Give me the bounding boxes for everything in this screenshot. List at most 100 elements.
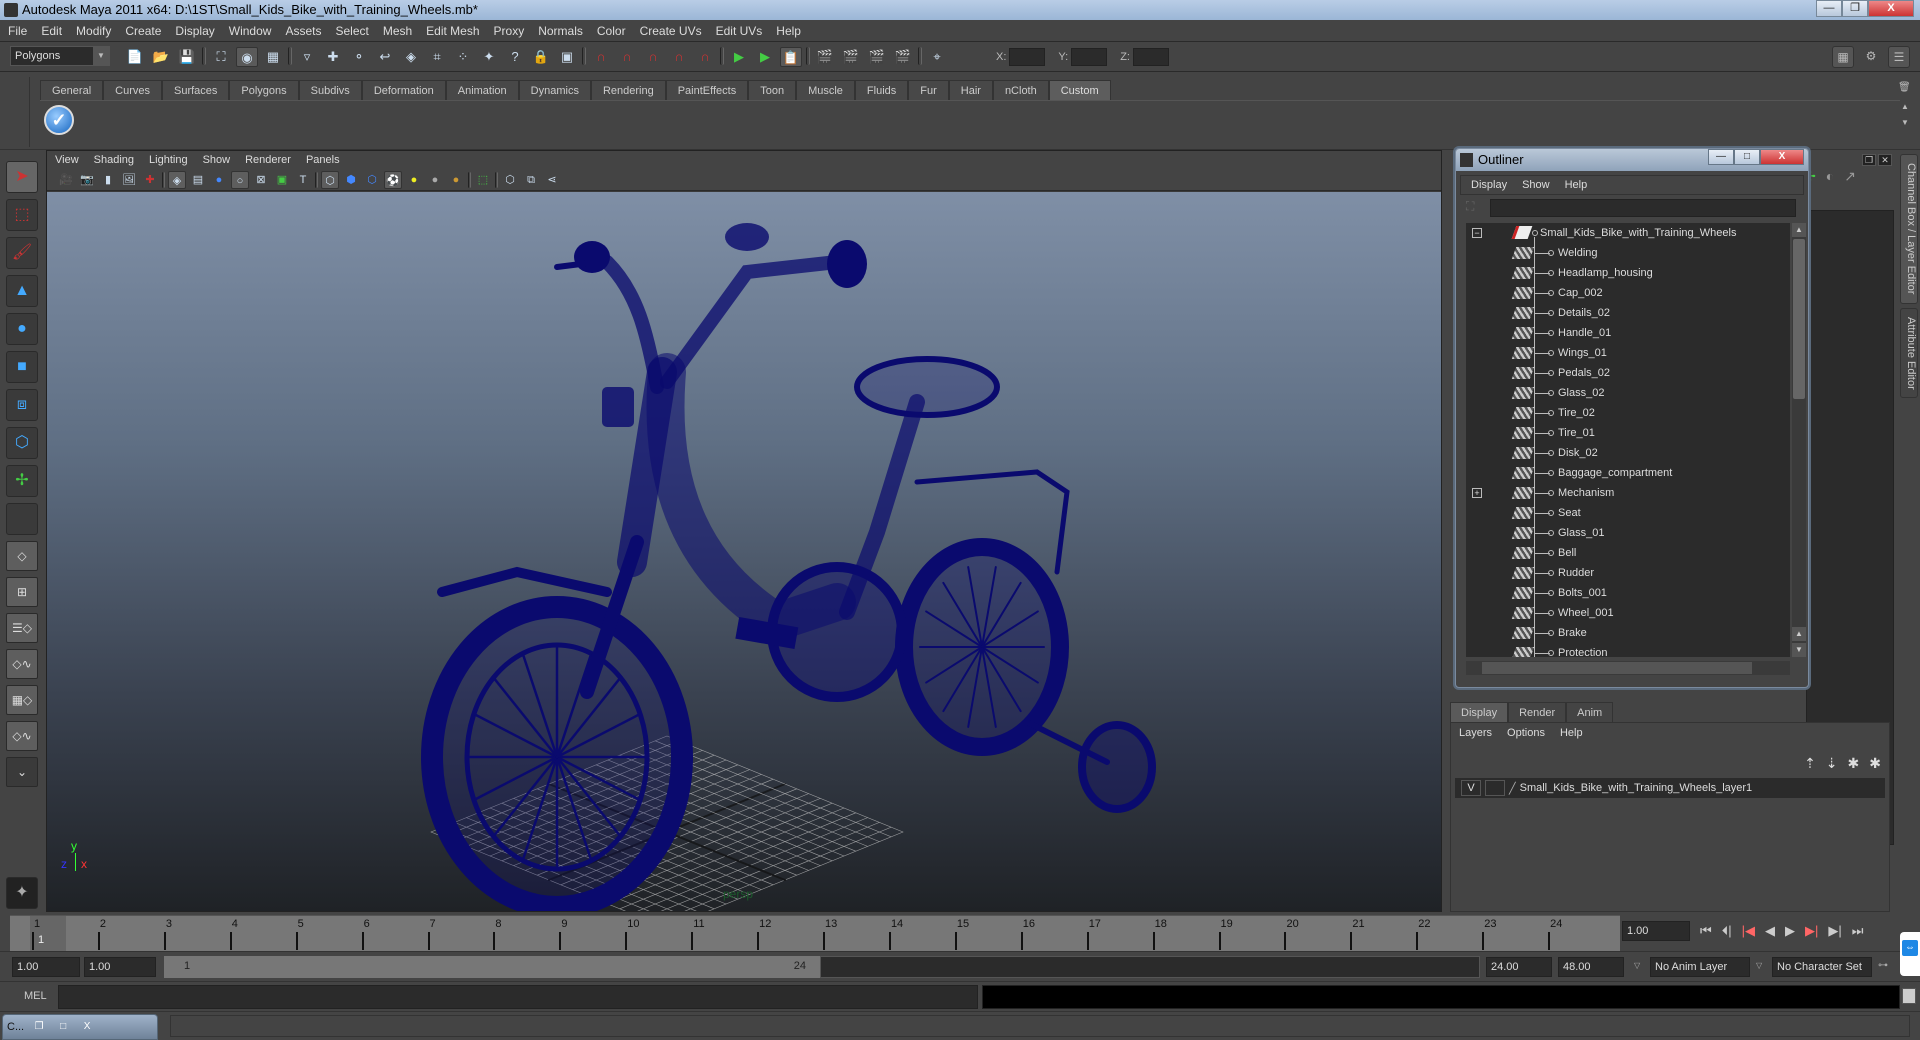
outliner-item[interactable]: + Mechanism [1466, 483, 1790, 503]
new-empty-layer-icon[interactable]: ✱ [1848, 755, 1860, 772]
lock-selection-icon[interactable]: 🔒 [530, 47, 552, 67]
select-object-icon[interactable]: ◉ [236, 47, 258, 67]
filter-icon[interactable]: ⛶ [1466, 199, 1482, 217]
save-scene-icon[interactable]: 💾 [176, 47, 198, 67]
field-chart-icon[interactable]: ⊠ [252, 171, 270, 189]
outliner-minimize-button[interactable]: — [1708, 149, 1734, 165]
layer-name[interactable]: Small_Kids_Bike_with_Training_Wheels_lay… [1520, 782, 1753, 794]
mel-input[interactable] [58, 985, 978, 1009]
outliner-item[interactable]: Headlamp_housing [1466, 263, 1790, 283]
outliner-item[interactable]: Bolts_001 [1466, 583, 1790, 603]
go-to-end-icon[interactable]: ⏭ [1852, 923, 1864, 939]
y-field[interactable] [1071, 48, 1108, 66]
shelf-tab-general[interactable]: General [40, 80, 104, 100]
twod-pan-zoom-icon[interactable]: ✚ [141, 171, 159, 189]
snap-curve-icon[interactable]: ∩ [616, 47, 638, 67]
outliner-menu-help[interactable]: Help [1565, 179, 1588, 191]
menu-proxy[interactable]: Proxy [494, 24, 525, 38]
step-back-frame-icon[interactable]: ⏴| [1722, 923, 1732, 939]
minimized-restore-icon[interactable]: ❐ [30, 1019, 48, 1035]
persp-outliner-layout-icon[interactable]: ☰◇ [6, 613, 38, 643]
snap-view-plane-icon[interactable]: ∩ [668, 47, 690, 67]
checkmark-shelf-icon[interactable]: ✓ [44, 105, 74, 135]
outliner-menu-display[interactable]: Display [1471, 179, 1507, 191]
shelf-scroll-up-icon[interactable]: ▲ [1898, 102, 1912, 116]
menu-edit-mesh[interactable]: Edit Mesh [426, 24, 479, 38]
resolution-gate-icon[interactable]: ● [210, 171, 228, 189]
camera-select-icon[interactable]: 🎥 [57, 171, 75, 189]
close-panel-icon[interactable]: ✕ [1878, 154, 1892, 166]
select-handles-icon[interactable]: ✚ [322, 47, 344, 67]
wireframe-icon[interactable]: ⬡ [321, 170, 339, 189]
universal-manipulator-icon[interactable]: ⧈ [6, 389, 38, 421]
menu-edit-uvs[interactable]: Edit UVs [716, 24, 763, 38]
move-layer-down-icon[interactable]: ⇣ [1826, 755, 1838, 772]
outliner-item[interactable]: Baggage_compartment [1466, 463, 1790, 483]
layer-tab-render[interactable]: Render [1508, 702, 1567, 722]
tab-channel-box[interactable]: Channel Box / Layer Editor [1900, 154, 1918, 304]
four-view-layout-icon[interactable]: ⊞ [6, 577, 38, 607]
output-ops-icon[interactable]: ▶ [754, 47, 776, 67]
time-slider[interactable]: 1 1 2 3 4 5 6 7 8 9 10 11 12 13 14 15 16 17 18 19 20 21 22 23 2… [10, 915, 1620, 952]
menu-create-uvs[interactable]: Create UVs [640, 24, 702, 38]
character-set-field[interactable]: No Character Set [1772, 957, 1872, 977]
show-manipulator-icon[interactable]: ✢ [6, 465, 38, 497]
anim-layer-field[interactable]: No Anim Layer [1650, 957, 1750, 977]
shelf-tab-deformation[interactable]: Deformation [361, 80, 446, 100]
outliner-item[interactable]: Glass_02 [1466, 383, 1790, 403]
outliner-item[interactable]: Rudder [1466, 563, 1790, 583]
animation-start-field[interactable]: 1.00 [12, 957, 80, 977]
outliner-item[interactable]: Handle_01 [1466, 323, 1790, 343]
shelf-tab-dynamics[interactable]: Dynamics [518, 80, 591, 100]
paint-select-tool-icon[interactable]: 🖌 [6, 237, 38, 269]
viewport-canvas[interactable]: y z x persp [47, 192, 1441, 911]
select-tool-icon[interactable]: ➤ [6, 161, 38, 193]
shelf-tab-fluids[interactable]: Fluids [854, 80, 909, 100]
outliner-item[interactable]: Wheel_001 [1466, 603, 1790, 623]
layer-menu-help[interactable]: Help [1560, 727, 1583, 739]
hscroll-thumb[interactable] [1482, 662, 1752, 674]
outliner-item[interactable]: Protection [1466, 643, 1790, 657]
wireframe-on-shaded-icon[interactable]: ⬡ [363, 171, 381, 189]
select-component-icon[interactable]: ▦ [262, 47, 284, 67]
select-deformations-icon[interactable]: ⌗ [426, 47, 448, 67]
viewport-menu-view[interactable]: View [55, 154, 79, 166]
layer-playback-toggle[interactable] [1485, 780, 1505, 796]
ipr-render-icon[interactable]: 🎬 [866, 47, 888, 67]
rotate-tool-icon[interactable]: ● [6, 313, 38, 345]
z-field[interactable] [1132, 48, 1169, 66]
shelf-handle[interactable] [10, 77, 30, 147]
shelf-tab-subdivs[interactable]: Subdivs [298, 80, 362, 100]
outliner-item[interactable]: Disk_02 [1466, 443, 1790, 463]
shelf-tab-muscle[interactable]: Muscle [796, 80, 855, 100]
play-forwards-icon[interactable]: ▶ [1785, 923, 1795, 939]
layer-row[interactable]: V ╱ Small_Kids_Bike_with_Training_Wheels… [1455, 778, 1885, 798]
grid-toggle-icon[interactable]: ◈ [168, 170, 186, 189]
trash-icon[interactable]: 🗑 [1898, 82, 1911, 96]
safe-title-icon[interactable]: T [294, 171, 312, 189]
persp-graph-hypergraph-layout-icon[interactable]: ◇∿ [6, 721, 38, 751]
xray-joints-icon[interactable]: ⧉ [522, 171, 540, 189]
menu-mesh[interactable]: Mesh [383, 24, 412, 38]
input-mode-icon[interactable]: ⌖ [926, 47, 948, 67]
outliner-maximize-button[interactable]: □ [1734, 149, 1760, 165]
safe-action-icon[interactable]: ▣ [273, 171, 291, 189]
scale-tool-icon[interactable]: ■ [6, 351, 38, 383]
script-editor-icon[interactable] [1902, 988, 1916, 1004]
outliner-item[interactable]: Wings_01 [1466, 343, 1790, 363]
restore-button[interactable]: ❐ [1842, 0, 1868, 17]
animation-end-field[interactable]: 48.00 [1558, 957, 1624, 977]
outliner-item[interactable]: Welding [1466, 243, 1790, 263]
shelf-tab-rendering[interactable]: Rendering [590, 80, 666, 100]
outliner-close-button[interactable]: X [1760, 149, 1804, 165]
close-button[interactable]: X [1868, 0, 1914, 17]
make-live-icon[interactable]: ∩ [694, 47, 716, 67]
xray-components-icon[interactable]: ⋖ [543, 171, 561, 189]
select-surfaces-icon[interactable]: ◈ [400, 47, 422, 67]
last-tool-slot[interactable] [6, 503, 38, 535]
layer-visibility-toggle[interactable]: V [1461, 780, 1481, 796]
menu-color[interactable]: Color [597, 24, 626, 38]
shelf-tab-animation[interactable]: Animation [445, 80, 519, 100]
image-plane-icon[interactable]: 🖼 [120, 171, 138, 189]
select-misc-icon[interactable]: ? [504, 47, 526, 67]
